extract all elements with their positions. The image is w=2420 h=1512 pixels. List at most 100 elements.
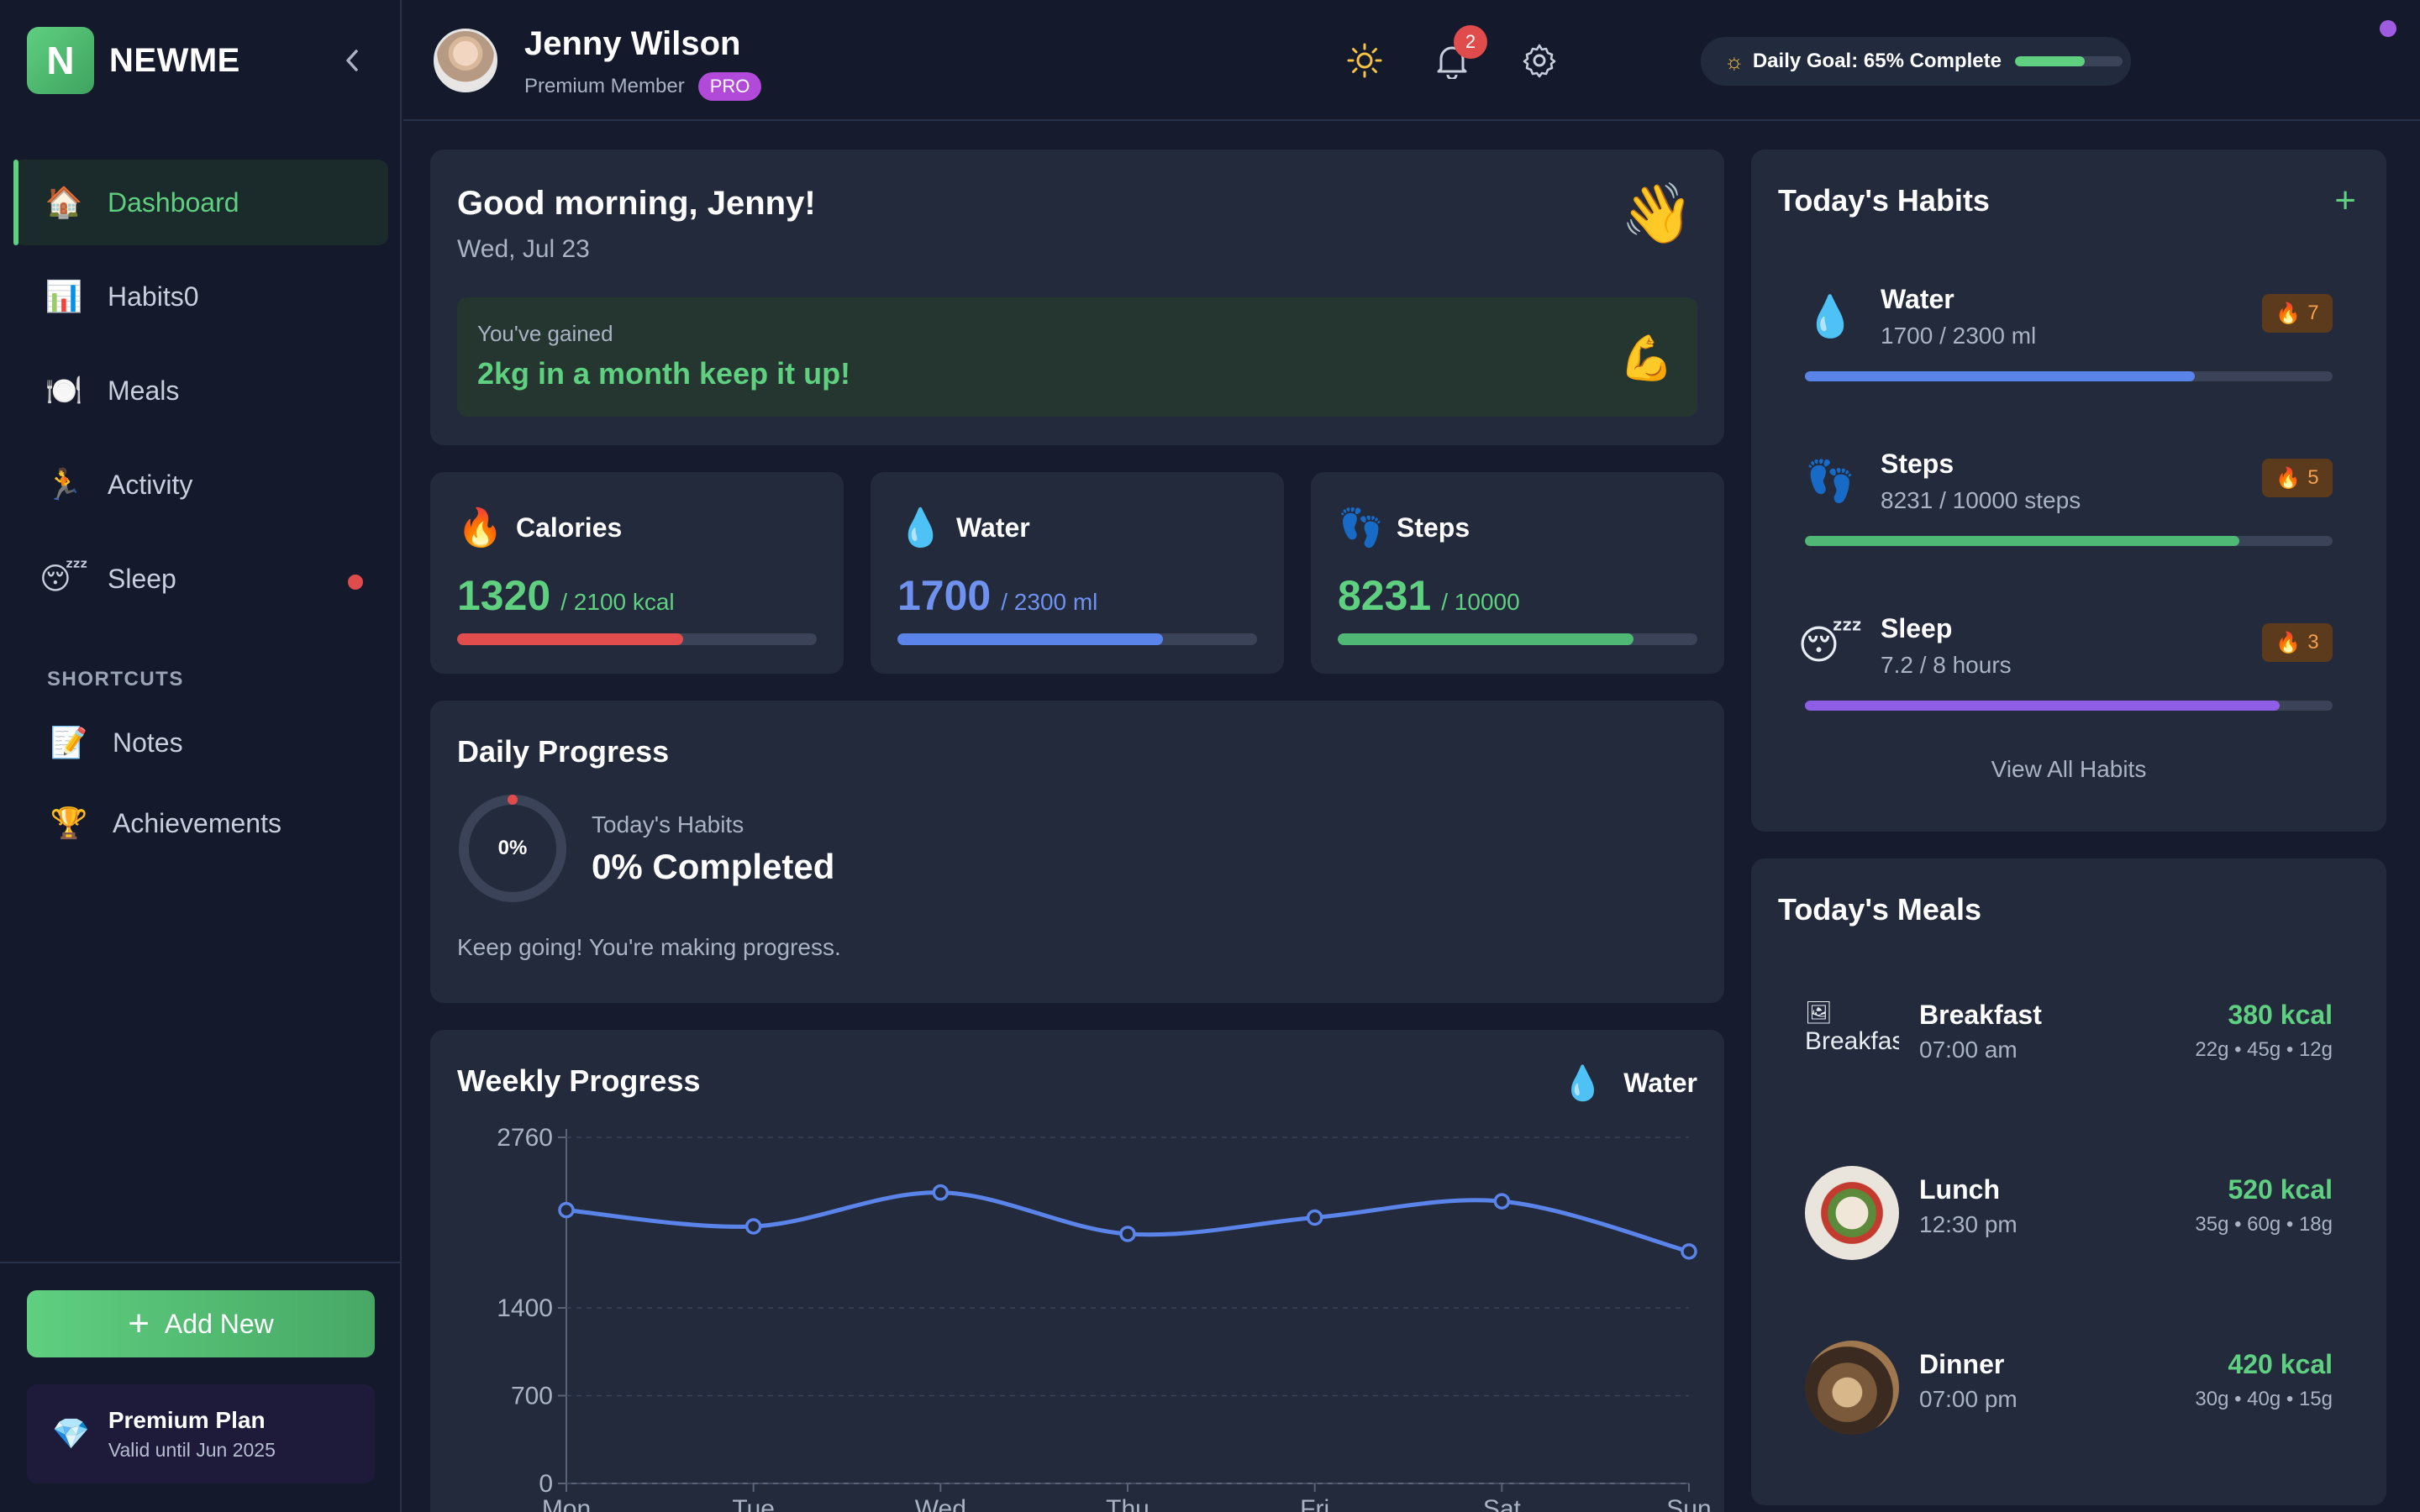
fire-icon: 🔥: [2275, 631, 2302, 654]
steps-unit: / 10000: [1441, 589, 1520, 615]
user-role: Premium Member PRO: [524, 72, 762, 101]
steps-title-row: 👣 Steps: [1338, 506, 1470, 549]
notification-count-badge: 2: [1454, 25, 1487, 59]
daily-progress-title: Daily Progress: [457, 734, 670, 769]
meal-name: Dinner: [1919, 1349, 2005, 1379]
daily-progress-subtitle: Today's Habits: [592, 811, 744, 837]
series-line-water: [566, 1190, 1690, 1254]
calories-title: Calories: [516, 512, 623, 543]
habit-name: Sleep: [1881, 613, 1953, 643]
collapse-sidebar-button[interactable]: [336, 42, 368, 79]
meal-macros: 35g • 60g • 18g: [2195, 1213, 2333, 1236]
plus-icon: +: [128, 1303, 150, 1344]
sidebar-item-label: Sleep: [108, 563, 176, 594]
calories-card[interactable]: 🔥 Calories 1320 / 2100 kcal: [430, 472, 844, 674]
steps-progress-bar: [1338, 633, 1697, 645]
calories-value: 1320: [457, 572, 551, 619]
water-value: 1700: [897, 572, 992, 619]
sidebar-item-sleep[interactable]: 😴 Sleep: [13, 536, 388, 622]
sidebar-item-habits[interactable]: 📊 Habits0: [13, 254, 388, 339]
steps-value: 8231: [1338, 572, 1432, 619]
pro-badge: PRO: [697, 72, 762, 101]
meal-time: 07:00 am: [1919, 1037, 2018, 1063]
sidebar-item-activity[interactable]: 🏃 Activity: [13, 442, 388, 528]
steps-card[interactable]: 👣 Steps 8231 / 10000: [1311, 472, 1724, 674]
sidebar-item-dashboard[interactable]: 🏠 Dashboard: [13, 160, 388, 245]
x-tick-label: Fri: [1300, 1495, 1329, 1512]
fire-icon: 🔥: [457, 507, 503, 549]
gem-icon: 💎: [52, 1416, 90, 1451]
habit-progress-bar: [1805, 701, 2333, 711]
daily-goal-bar: [2014, 56, 2123, 66]
plate-icon: 🍽️: [45, 373, 83, 407]
sidebar-item-meals[interactable]: 🍽️ Meals: [13, 348, 388, 433]
gain-message: 2kg in a month keep it up!: [477, 356, 851, 391]
sidebar-item-achievements[interactable]: 🏆 Achievements: [13, 786, 388, 860]
habit-name: Water: [1881, 284, 1954, 314]
y-tick-label: 0: [539, 1470, 553, 1498]
add-new-button[interactable]: + Add New: [27, 1290, 375, 1357]
gain-subtitle: You've gained: [477, 321, 613, 346]
avatar[interactable]: [434, 29, 497, 92]
meal-item-lunch[interactable]: Lunch 12:30 pm 520 kcal 35g • 60g • 18g: [1805, 1159, 2333, 1268]
brand[interactable]: N NEWME: [27, 27, 240, 94]
shortcuts-heading: SHORTCUTS: [47, 668, 184, 690]
streak-badge: 🔥 5: [2262, 459, 2333, 497]
settings-button[interactable]: [1518, 39, 1561, 82]
runner-icon: 🏃: [45, 467, 83, 501]
add-habit-button[interactable]: +: [2334, 180, 2356, 222]
data-point: [932, 1184, 950, 1201]
meal-calories: 520 kcal: [2228, 1174, 2333, 1205]
dinner-image: [1805, 1341, 1899, 1435]
user-role-label: Premium Member: [524, 75, 685, 97]
water-value-row: 1700 / 2300 ml: [897, 571, 1097, 620]
streak-count: 7: [2307, 302, 2319, 324]
flexed-bicep-icon: 💪: [1619, 334, 1674, 383]
x-tick-label: Sun: [1666, 1495, 1711, 1512]
weight-gain-banner: You've gained 2kg in a month keep it up!…: [457, 297, 1697, 417]
greeting-title: Good morning, Jenny!: [457, 185, 816, 222]
habit-item-sleep[interactable]: 😴 Sleep 7.2 / 8 hours 🔥 3: [1798, 605, 2333, 739]
sidebar-item-label: Achievements: [113, 807, 281, 838]
main-nav: 🏠 Dashboard 📊 Habits0 🍽️ Meals 🏃 Activit…: [13, 160, 388, 630]
data-point: [744, 1218, 762, 1235]
steps-title: Steps: [1397, 512, 1470, 543]
x-tick-label: Sat: [1483, 1495, 1522, 1512]
sidebar-item-notes[interactable]: 📝 Notes: [13, 706, 388, 780]
habit-item-water[interactable]: 💧 Water 1700 / 2300 ml 🔥 7: [1805, 276, 2333, 410]
data-point: [1119, 1226, 1136, 1242]
view-all-habits-link[interactable]: View All Habits: [1751, 756, 2386, 783]
gear-icon: [1523, 44, 1556, 78]
meal-item-breakfast[interactable]: 🖼 Breakfast Breakfast 07:00 am 380 kcal …: [1805, 984, 2333, 1094]
habit-progress-fill: [1805, 371, 2196, 381]
daily-progress-card: Daily Progress 0% Today's Habits 0% Comp…: [430, 701, 1724, 1003]
steps-progress-fill: [1338, 633, 1634, 645]
data-point: [1681, 1243, 1697, 1260]
top-bar: Jenny Wilson Premium Member PRO ☼ Daily …: [403, 0, 2420, 121]
daily-goal-pill[interactable]: ☼ Daily Goal: 65% Complete: [1701, 37, 2131, 86]
premium-title: Premium Plan: [108, 1406, 266, 1433]
data-point: [1306, 1209, 1323, 1226]
habits-title: Today's Habits: [1778, 183, 1990, 218]
meal-name: Breakfast: [1919, 1000, 2042, 1030]
meal-macros: 22g • 45g • 12g: [2195, 1038, 2333, 1061]
premium-plan-card[interactable]: 💎 Premium Plan Valid until Jun 2025: [27, 1384, 375, 1483]
meal-item-dinner[interactable]: Dinner 07:00 pm 420 kcal 30g • 40g • 15g: [1805, 1334, 2333, 1443]
data-point: [558, 1201, 575, 1219]
notifications-button[interactable]: 2: [1430, 25, 1487, 82]
water-unit: / 2300 ml: [1001, 589, 1098, 615]
weekly-line-chart: 0 700 1400 2760 Mon Tue Wed Thu Fri Sat Sun: [497, 1124, 1711, 1512]
habit-item-steps[interactable]: 👣 Steps 8231 / 10000 steps 🔥 5: [1805, 440, 2333, 575]
greeting-date: Wed, Jul 23: [457, 235, 590, 263]
theme-toggle-button[interactable]: [1343, 39, 1386, 82]
habit-progress-fill: [1805, 536, 2239, 546]
lunch-image: [1805, 1166, 1899, 1260]
water-title-row: 💧 Water: [897, 506, 1030, 549]
habit-progress-bar: [1805, 371, 2333, 381]
home-icon: 🏠: [45, 185, 83, 219]
y-tick-label: 2760: [497, 1124, 553, 1152]
y-tick-label: 700: [511, 1383, 553, 1410]
streak-count: 3: [2307, 631, 2319, 654]
water-card[interactable]: 💧 Water 1700 / 2300 ml: [871, 472, 1284, 674]
sidebar-item-label: Meals: [108, 375, 180, 406]
